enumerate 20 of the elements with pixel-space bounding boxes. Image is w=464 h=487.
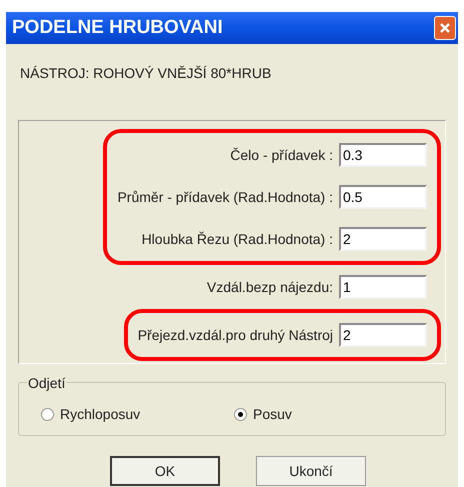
input-field[interactable]: 0.5 [339,185,427,209]
radio-option[interactable]: Rychloposuv [41,404,234,424]
field-label: Přejezd.vzdál.pro druhý Nástroj [138,326,333,345]
field-label: Čelo - přídavek : [230,146,333,165]
radio-option[interactable]: Posuv [234,404,292,424]
dialog-button[interactable]: OK [110,456,220,486]
input-field[interactable]: 0.3 [339,143,427,167]
dialog-button[interactable]: Ukončí [256,456,366,486]
close-button[interactable] [434,16,456,40]
field-label: Hloubka Řezu (Rad.Hodnota) : [142,230,333,249]
input-field[interactable]: 2 [339,227,427,251]
field-label: Průměr - přídavek (Rad.Hodnota) : [117,188,333,207]
field-label: Vzdál.bezp nájezdu: [206,278,333,297]
input-field[interactable]: 1 [339,275,427,299]
tool-label: NÁSTROJ: ROHOVÝ VNĚJŠÍ 80*HRUB [20,65,272,81]
window-title: PODELNE HRUBOVANI [12,16,223,40]
input-field[interactable]: 2 [339,323,427,347]
close-icon [439,22,451,34]
radio-button[interactable] [41,408,54,420]
radio-button[interactable] [234,408,247,420]
